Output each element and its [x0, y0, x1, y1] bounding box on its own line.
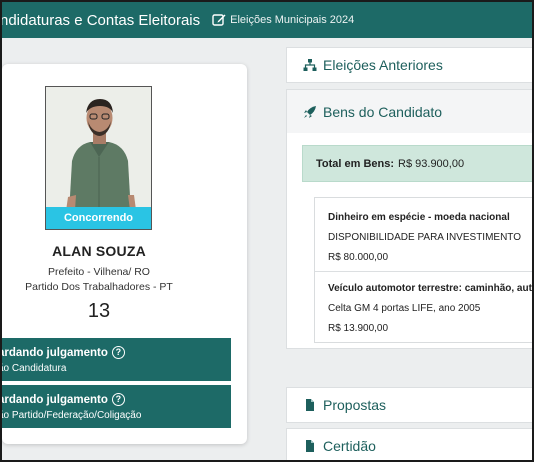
panel-title: Propostas — [323, 397, 387, 413]
page-title: ndidaturas e Contas Eleitorais — [2, 11, 201, 29]
document-icon — [303, 439, 317, 453]
help-icon[interactable]: ? — [111, 346, 125, 359]
help-icon[interactable]: ? — [111, 393, 125, 406]
panel-title: Eleições Anteriores — [323, 57, 443, 73]
status-title-text: ardando julgamento — [0, 346, 108, 359]
panel-title: Certidão — [323, 438, 376, 454]
total-bens: Total em Bens: R$ 93.900,00 — [302, 145, 532, 182]
bem-description: DISPONIBILIDADE PARA INVESTIMENTO — [328, 232, 522, 243]
bem-type: Veículo automotor terrestre: caminhão, a… — [328, 283, 534, 294]
bem-type: Dinheiro em espécie - moeda nacional — [328, 212, 510, 223]
candidate-card: Concorrendo ALAN SOUZA Prefeito - Vilhen… — [2, 64, 247, 444]
candidate-photo: Concorrendo — [45, 86, 152, 230]
rocket-icon — [303, 105, 317, 119]
divider — [315, 271, 532, 272]
panel-header: Eleições Anteriores — [287, 48, 532, 82]
top-header: ndidaturas e Contas Eleitorais Eleições … — [2, 2, 532, 38]
bem-description: Celta GM 4 portas LIFE, ano 2005 — [328, 303, 481, 314]
status-item-partido[interactable]: ardando julgamento ? ão Partido/Federaçã… — [0, 385, 231, 428]
panel-header: Bens do Candidato — [287, 90, 532, 133]
total-label: Total em Bens: — [316, 157, 395, 170]
candidate-office: Prefeito - Vilhena/ RO — [48, 266, 150, 278]
panel-bens[interactable]: Bens do Candidato — [286, 89, 532, 134]
status-title: ardando julgamento ? — [0, 393, 125, 406]
screen: ndidaturas e Contas Eleitorais Eleições … — [0, 0, 534, 462]
bem-value: R$ 80.000,00 — [328, 252, 389, 263]
panel-eleicoes-anteriores[interactable]: Eleições Anteriores — [286, 47, 532, 83]
status-badge: Concorrendo — [46, 207, 151, 229]
panel-header: Certidão — [287, 429, 532, 460]
edit-icon[interactable] — [212, 13, 226, 27]
panel-title: Bens do Candidato — [323, 103, 443, 120]
bem-value: R$ 13.900,00 — [328, 323, 389, 334]
status-title-text: ardando julgamento — [0, 393, 108, 406]
candidate-party: Partido Dos Trabalhadores - PT — [25, 281, 173, 293]
candidate-number: 13 — [87, 300, 111, 322]
document-icon — [303, 398, 317, 412]
sitemap-icon — [303, 58, 317, 72]
candidate-name: ALAN SOUZA — [52, 243, 146, 259]
panel-header: Propostas — [287, 388, 532, 422]
status-subtitle: ão Candidatura — [0, 363, 67, 374]
bens-list: Dinheiro em espécie - moeda nacional DIS… — [314, 197, 534, 343]
total-value: R$ 93.900,00 — [398, 157, 465, 170]
panel-propostas[interactable]: Propostas — [286, 387, 532, 423]
panel-certidao[interactable]: Certidão — [286, 428, 532, 460]
status-item-candidatura[interactable]: ardando julgamento ? ão Candidatura — [0, 338, 231, 381]
status-title: ardando julgamento ? — [0, 346, 125, 359]
status-subtitle: ão Partido/Federação/Coligação — [0, 410, 142, 421]
election-subtitle[interactable]: Eleições Municipais 2024 — [230, 14, 354, 26]
